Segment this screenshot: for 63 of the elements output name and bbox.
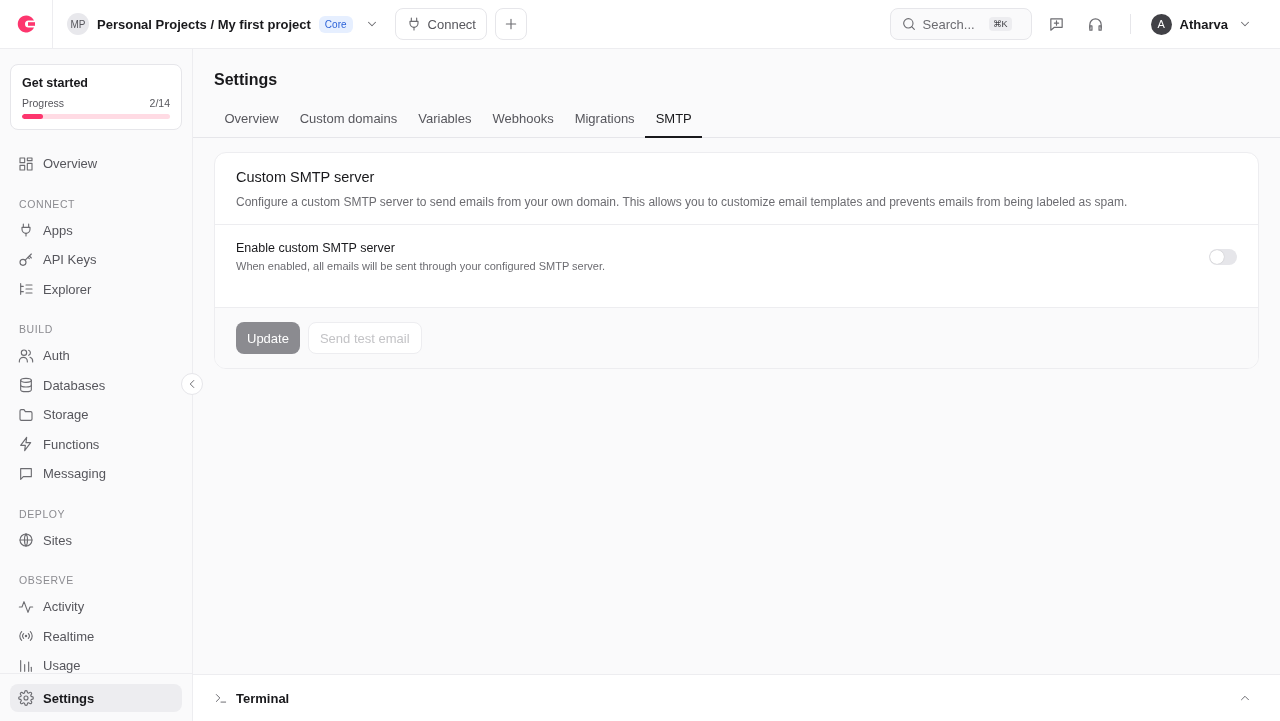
tab[interactable]: Overview [214, 107, 290, 138]
toggle-hint: When enabled, all emails will be sent through your configured SMTP server. [236, 260, 606, 272]
card-description: Configure a custom SMTP server to send emails from your own domain. This allows you to customize email templates and prevents emails from being labeled as spam. [236, 195, 1129, 209]
section-heading: DEPLOY [18, 507, 67, 520]
progress-label: Progress [22, 97, 64, 109]
progress-card[interactable]: Get started Progress 2/14 [10, 64, 182, 130]
nav-item[interactable]: API Keys [10, 245, 182, 275]
users-icon [18, 347, 34, 364]
tab[interactable]: Webhooks [481, 107, 565, 138]
nav-item[interactable]: Explorer [10, 274, 182, 304]
connect-button[interactable]: Connect [394, 8, 487, 40]
tab[interactable]: Migrations [564, 107, 646, 138]
feedback-icon[interactable] [1047, 15, 1065, 33]
nav-item[interactable]: Settings [10, 684, 182, 712]
plan-badge: Core [318, 15, 353, 33]
search-icon [900, 16, 917, 32]
search-input[interactable]: Search... [922, 16, 983, 32]
nav-item[interactable]: Usage [10, 651, 182, 673]
plug-icon [18, 222, 34, 239]
card-title: Custom SMTP server [236, 169, 376, 185]
globe-icon [18, 532, 34, 549]
nav-item[interactable]: Functions [10, 429, 182, 459]
terminal-label: Terminal [236, 690, 290, 706]
nav-item[interactable]: Overview [10, 149, 182, 179]
pulse-icon [18, 598, 34, 615]
lightning-icon [18, 436, 34, 453]
project-avatar: MP [67, 13, 89, 35]
headphones-icon[interactable] [1086, 15, 1104, 33]
project-breadcrumb[interactable]: Personal Projects / My first project [97, 16, 311, 32]
nav-item[interactable]: Apps [10, 215, 182, 245]
message-icon [18, 465, 34, 482]
user-name[interactable]: Atharva [1179, 16, 1228, 32]
tab[interactable]: Variables [407, 107, 482, 138]
tab[interactable]: SMTP [645, 107, 703, 138]
folder-icon [18, 406, 34, 423]
nav-item[interactable]: Messaging [10, 459, 182, 489]
tab[interactable]: Custom domains [289, 107, 408, 138]
toggle-switch[interactable] [1209, 249, 1237, 265]
grid-icon [18, 155, 34, 172]
bar-chart-icon [18, 657, 34, 673]
user-avatar[interactable]: A [1150, 13, 1172, 35]
nav-item[interactable]: Storage [10, 400, 182, 430]
section-heading: OBSERVE [18, 574, 75, 586]
search-bar[interactable]: Search... ⌘K [889, 8, 1032, 40]
nav-item[interactable]: Auth [10, 341, 182, 371]
key-icon [18, 251, 34, 268]
nav-item[interactable]: Activity [10, 592, 182, 622]
toggle-label: Enable custom SMTP server [236, 241, 396, 255]
nav-item[interactable]: Sites [10, 525, 182, 555]
terminal-icon [214, 691, 228, 705]
section-heading: BUILD [18, 323, 54, 335]
list-icon [18, 281, 34, 298]
database-icon [18, 377, 34, 394]
progress-count: 2/14 [149, 97, 170, 109]
page-title: Settings [214, 71, 279, 89]
terminal-bar[interactable]: Terminal [193, 674, 1280, 721]
nav-item[interactable]: Realtime [10, 621, 182, 651]
shortcut-hint: ⌘K [988, 17, 1012, 31]
nav-item[interactable]: Databases [10, 370, 182, 400]
add-button[interactable] [494, 8, 527, 40]
card-title: Get started [22, 76, 89, 90]
section-heading: CONNECT [18, 197, 77, 210]
settings-icon [18, 690, 34, 706]
